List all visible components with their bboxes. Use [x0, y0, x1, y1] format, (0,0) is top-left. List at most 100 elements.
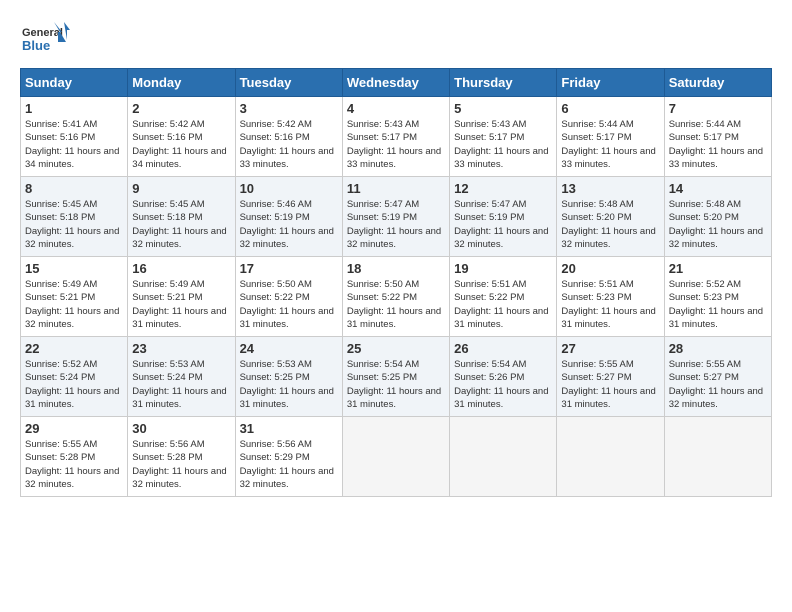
logo: General Blue: [20, 20, 70, 58]
cell-info: Sunrise: 5:44 AMSunset: 5:17 PMDaylight:…: [561, 119, 655, 170]
cell-info: Sunrise: 5:55 AMSunset: 5:28 PMDaylight:…: [25, 439, 119, 490]
day-number: 25: [347, 341, 445, 356]
cell-info: Sunrise: 5:51 AMSunset: 5:22 PMDaylight:…: [454, 279, 548, 330]
calendar-cell: 26Sunrise: 5:54 AMSunset: 5:26 PMDayligh…: [450, 337, 557, 417]
day-number: 14: [669, 181, 767, 196]
calendar-cell: 25 Sunrise: 5:54 AMSunset: 5:25 PMDayligh…: [342, 337, 449, 417]
calendar-cell: 22Sunrise: 5:52 AMSunset: 5:24 PMDayligh…: [21, 337, 128, 417]
calendar-cell: 17 Sunrise: 5:50 AMSunset: 5:22 PMDayligh…: [235, 257, 342, 337]
day-number: 31: [240, 421, 338, 436]
day-number: 29: [25, 421, 123, 436]
day-number: 5: [454, 101, 552, 116]
cell-info: Sunrise: 5:41 AMSunset: 5:16 PMDaylight:…: [25, 119, 119, 170]
calendar-cell: 20 Sunrise: 5:51 AMSunset: 5:23 PMDayligh…: [557, 257, 664, 337]
calendar-cell: 7Sunrise: 5:44 AMSunset: 5:17 PMDaylight…: [664, 97, 771, 177]
cell-info: Sunrise: 5:42 AMSunset: 5:16 PMDaylight:…: [240, 119, 334, 170]
logo-svg: General Blue: [20, 20, 70, 58]
col-header-saturday: Saturday: [664, 69, 771, 97]
day-number: 3: [240, 101, 338, 116]
day-number: 2: [132, 101, 230, 116]
header-row: SundayMondayTuesdayWednesdayThursdayFrid…: [21, 69, 772, 97]
calendar-cell: 31Sunrise: 5:56 AMSunset: 5:29 PMDayligh…: [235, 417, 342, 497]
col-header-monday: Monday: [128, 69, 235, 97]
day-number: 19: [454, 261, 552, 276]
calendar-week-5: 29 Sunrise: 5:55 AMSunset: 5:28 PMDayligh…: [21, 417, 772, 497]
day-number: 20: [561, 261, 659, 276]
col-header-friday: Friday: [557, 69, 664, 97]
calendar-cell: 18Sunrise: 5:50 AMSunset: 5:22 PMDayligh…: [342, 257, 449, 337]
cell-info: Sunrise: 5:52 AMSunset: 5:23 PMDaylight:…: [669, 279, 763, 330]
calendar-cell: 9Sunrise: 5:45 AMSunset: 5:18 PMDaylight…: [128, 177, 235, 257]
cell-info: Sunrise: 5:49 AMSunset: 5:21 PMDaylight:…: [25, 279, 119, 330]
calendar-cell: [450, 417, 557, 497]
calendar-week-1: 1 Sunrise: 5:41 AMSunset: 5:16 PMDaylight…: [21, 97, 772, 177]
day-number: 23: [132, 341, 230, 356]
cell-info: Sunrise: 5:51 AMSunset: 5:23 PMDaylight:…: [561, 279, 655, 330]
cell-info: Sunrise: 5:54 AMSunset: 5:26 PMDaylight:…: [454, 359, 548, 410]
calendar-cell: 24 Sunrise: 5:53 AMSunset: 5:25 PMDayligh…: [235, 337, 342, 417]
cell-info: Sunrise: 5:54 AMSunset: 5:25 PMDaylight:…: [347, 359, 441, 410]
day-number: 12: [454, 181, 552, 196]
day-number: 6: [561, 101, 659, 116]
cell-info: Sunrise: 5:56 AMSunset: 5:28 PMDaylight:…: [132, 439, 226, 490]
calendar-cell: 16 Sunrise: 5:49 AMSunset: 5:21 PMDayligh…: [128, 257, 235, 337]
calendar-cell: 19 Sunrise: 5:51 AMSunset: 5:22 PMDayligh…: [450, 257, 557, 337]
day-number: 16: [132, 261, 230, 276]
calendar-cell: 15 Sunrise: 5:49 AMSunset: 5:21 PMDayligh…: [21, 257, 128, 337]
calendar-week-4: 22Sunrise: 5:52 AMSunset: 5:24 PMDayligh…: [21, 337, 772, 417]
calendar-cell: 8Sunrise: 5:45 AMSunset: 5:18 PMDaylight…: [21, 177, 128, 257]
day-number: 24: [240, 341, 338, 356]
day-number: 13: [561, 181, 659, 196]
calendar-cell: 5 Sunrise: 5:43 AMSunset: 5:17 PMDaylight…: [450, 97, 557, 177]
cell-info: Sunrise: 5:52 AMSunset: 5:24 PMDaylight:…: [25, 359, 119, 410]
calendar-cell: 1 Sunrise: 5:41 AMSunset: 5:16 PMDaylight…: [21, 97, 128, 177]
cell-info: Sunrise: 5:47 AMSunset: 5:19 PMDaylight:…: [347, 199, 441, 250]
cell-info: Sunrise: 5:50 AMSunset: 5:22 PMDaylight:…: [240, 279, 334, 330]
calendar-week-2: 8Sunrise: 5:45 AMSunset: 5:18 PMDaylight…: [21, 177, 772, 257]
cell-info: Sunrise: 5:53 AMSunset: 5:25 PMDaylight:…: [240, 359, 334, 410]
calendar-week-3: 15 Sunrise: 5:49 AMSunset: 5:21 PMDayligh…: [21, 257, 772, 337]
day-number: 27: [561, 341, 659, 356]
cell-info: Sunrise: 5:42 AMSunset: 5:16 PMDaylight:…: [132, 119, 226, 170]
calendar-cell: 30 Sunrise: 5:56 AMSunset: 5:28 PMDayligh…: [128, 417, 235, 497]
calendar-cell: [557, 417, 664, 497]
day-number: 21: [669, 261, 767, 276]
calendar-cell: [342, 417, 449, 497]
day-number: 17: [240, 261, 338, 276]
calendar-cell: [664, 417, 771, 497]
day-number: 30: [132, 421, 230, 436]
calendar-cell: 23 Sunrise: 5:53 AMSunset: 5:24 PMDayligh…: [128, 337, 235, 417]
col-header-thursday: Thursday: [450, 69, 557, 97]
col-header-tuesday: Tuesday: [235, 69, 342, 97]
cell-info: Sunrise: 5:55 AMSunset: 5:27 PMDaylight:…: [561, 359, 655, 410]
cell-info: Sunrise: 5:48 AMSunset: 5:20 PMDaylight:…: [669, 199, 763, 250]
calendar-table: SundayMondayTuesdayWednesdayThursdayFrid…: [20, 68, 772, 497]
svg-text:Blue: Blue: [22, 38, 50, 53]
calendar-cell: 14 Sunrise: 5:48 AMSunset: 5:20 PMDayligh…: [664, 177, 771, 257]
cell-info: Sunrise: 5:48 AMSunset: 5:20 PMDaylight:…: [561, 199, 655, 250]
calendar-cell: 6 Sunrise: 5:44 AMSunset: 5:17 PMDaylight…: [557, 97, 664, 177]
cell-info: Sunrise: 5:49 AMSunset: 5:21 PMDaylight:…: [132, 279, 226, 330]
cell-info: Sunrise: 5:44 AMSunset: 5:17 PMDaylight:…: [669, 119, 763, 170]
calendar-cell: 10Sunrise: 5:46 AMSunset: 5:19 PMDayligh…: [235, 177, 342, 257]
calendar-cell: 21 Sunrise: 5:52 AMSunset: 5:23 PMDayligh…: [664, 257, 771, 337]
day-number: 1: [25, 101, 123, 116]
cell-info: Sunrise: 5:46 AMSunset: 5:19 PMDaylight:…: [240, 199, 334, 250]
day-number: 18: [347, 261, 445, 276]
calendar-cell: 13 Sunrise: 5:48 AMSunset: 5:20 PMDayligh…: [557, 177, 664, 257]
cell-info: Sunrise: 5:55 AMSunset: 5:27 PMDaylight:…: [669, 359, 763, 410]
day-number: 28: [669, 341, 767, 356]
calendar-cell: 12 Sunrise: 5:47 AMSunset: 5:19 PMDayligh…: [450, 177, 557, 257]
day-number: 15: [25, 261, 123, 276]
cell-info: Sunrise: 5:47 AMSunset: 5:19 PMDaylight:…: [454, 199, 548, 250]
calendar-cell: 11 Sunrise: 5:47 AMSunset: 5:19 PMDayligh…: [342, 177, 449, 257]
cell-info: Sunrise: 5:43 AMSunset: 5:17 PMDaylight:…: [347, 119, 441, 170]
cell-info: Sunrise: 5:43 AMSunset: 5:17 PMDaylight:…: [454, 119, 548, 170]
day-number: 4: [347, 101, 445, 116]
calendar-cell: 29 Sunrise: 5:55 AMSunset: 5:28 PMDayligh…: [21, 417, 128, 497]
cell-info: Sunrise: 5:45 AMSunset: 5:18 PMDaylight:…: [25, 199, 119, 250]
day-number: 11: [347, 181, 445, 196]
calendar-cell: 28 Sunrise: 5:55 AMSunset: 5:27 PMDayligh…: [664, 337, 771, 417]
page-header: General Blue: [20, 20, 772, 58]
cell-info: Sunrise: 5:53 AMSunset: 5:24 PMDaylight:…: [132, 359, 226, 410]
